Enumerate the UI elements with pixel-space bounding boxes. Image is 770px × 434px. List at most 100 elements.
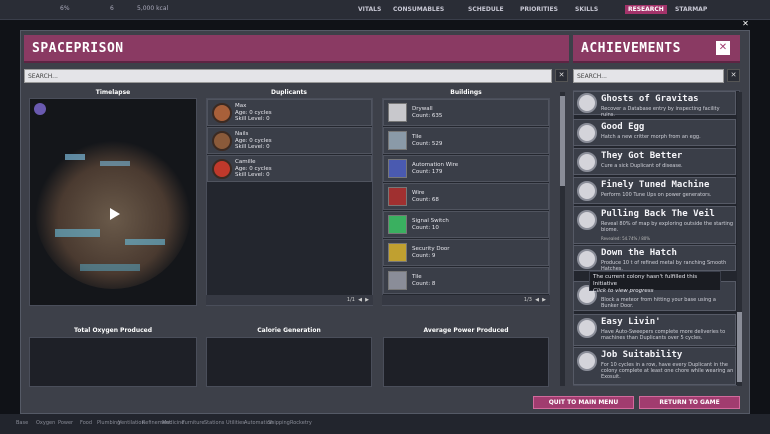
achievement-item[interactable]: Job Suitability For 10 cycles in a row, … xyxy=(573,347,736,385)
dupe-count-stat: 6 xyxy=(110,5,114,12)
build-cat-food[interactable]: Food xyxy=(80,420,92,426)
tooltip-text: The current colony hasn't fulfilled this… xyxy=(593,274,698,287)
achievement-name: Finely Tuned Machine xyxy=(601,180,710,190)
power-chart xyxy=(383,337,549,387)
achievements-scrollbar-thumb[interactable] xyxy=(737,312,742,382)
prev-page-icon[interactable]: ◀ xyxy=(534,297,539,303)
achievements-close-button[interactable]: ✕ xyxy=(716,41,730,55)
calorie-chart-title: Calorie Generation xyxy=(257,327,321,334)
duplicant-row[interactable]: Camille Age: 0 cycles Skill Level: 0 xyxy=(207,155,372,182)
main-scrollbar[interactable] xyxy=(560,92,565,386)
achievement-item[interactable]: Pulling Back The Veil Reveal 80% of map … xyxy=(573,206,736,244)
build-cat-rocketry[interactable]: Rocketry xyxy=(290,420,312,426)
building-count: Count: 179 xyxy=(412,168,443,175)
achievement-desc: Perform 100 Tune Ups on power generators… xyxy=(601,192,712,198)
build-cat-power[interactable]: Power xyxy=(58,420,73,426)
timelapse-header: Timelapse xyxy=(95,89,131,96)
building-row[interactable]: Tile Count: 529 xyxy=(383,127,549,154)
building-row[interactable]: Automation Wire Count: 179 xyxy=(383,155,549,182)
tile-icon xyxy=(388,131,407,150)
colony-title-bar: SPACEPRISON xyxy=(24,35,569,63)
tab-priorities[interactable]: PRIORITIES xyxy=(520,6,558,13)
drywall-icon xyxy=(388,103,407,122)
achievements-search-input[interactable]: SEARCH... xyxy=(573,69,724,83)
signal-switch-icon xyxy=(388,215,407,234)
building-count: Count: 9 xyxy=(412,252,436,259)
building-row[interactable]: Security Door Count: 9 xyxy=(383,239,549,266)
oxygen-chart xyxy=(29,337,197,387)
colony-title: SPACEPRISON xyxy=(32,41,124,56)
build-cat-utilities[interactable]: Utilities xyxy=(226,420,245,426)
building-count: Count: 8 xyxy=(412,280,436,287)
achievements-scrollbar[interactable] xyxy=(737,92,742,386)
building-row[interactable]: Wire Count: 68 xyxy=(383,183,549,210)
duplicants-header: Duplicants xyxy=(271,89,307,96)
achievement-badge-icon xyxy=(577,181,597,201)
achievements-title-bar: ACHIEVEMENTS ✕ xyxy=(573,35,740,63)
main-scrollbar-thumb[interactable] xyxy=(560,96,565,186)
timelapse-panel[interactable] xyxy=(29,98,197,306)
tab-consumables[interactable]: CONSUMABLES xyxy=(393,6,444,13)
automation-wire-icon xyxy=(388,159,407,178)
prev-page-icon[interactable]: ◀ xyxy=(357,297,362,303)
achievement-desc: Reveal 80% of map by exploring outside t… xyxy=(601,221,734,233)
achievement-desc: Recover a Database entry by inspecting f… xyxy=(601,106,720,118)
duplicant-avatar xyxy=(212,159,232,179)
tab-starmap[interactable]: STARMAP xyxy=(675,6,707,13)
building-row[interactable]: Signal Switch Count: 10 xyxy=(383,211,549,238)
tab-vitals[interactable]: VITALS xyxy=(358,6,381,13)
duplicants-pager: 1/1 ◀ ▶ xyxy=(206,295,373,305)
next-page-icon[interactable]: ▶ xyxy=(541,297,546,303)
build-cat-plumbing[interactable]: Plumbing xyxy=(97,420,120,426)
power-chart-title: Average Power Produced xyxy=(423,327,509,334)
build-cat-oxygen[interactable]: Oxygen xyxy=(36,420,55,426)
achievement-desc: Cure a sick Duplicant of disease. xyxy=(601,163,683,169)
build-cat-furniture[interactable]: Furniture xyxy=(182,420,204,426)
achievement-badge-icon xyxy=(577,123,597,143)
timelapse-badge-icon xyxy=(34,103,46,115)
achievement-item[interactable]: Finely Tuned Machine Perform 100 Tune Up… xyxy=(573,177,736,204)
achievement-badge-icon xyxy=(577,152,597,172)
achievement-item[interactable]: Down the Hatch Produce 10 t of refined m… xyxy=(573,245,736,272)
achievement-item[interactable]: Good Egg Hatch a new critter morph from … xyxy=(573,119,736,146)
achievement-desc: For 10 cycles in a row, have every Dupli… xyxy=(601,362,734,380)
tab-schedule[interactable]: SCHEDULE xyxy=(468,6,504,13)
achievement-name: Ghosts of Gravitas xyxy=(601,94,699,104)
achievement-name: Good Egg xyxy=(601,122,645,132)
build-cat-ventilation[interactable]: Ventilation xyxy=(118,420,145,426)
building-name: Automation Wire xyxy=(412,162,459,168)
build-cat-base[interactable]: Base xyxy=(16,420,28,426)
build-cat-shipping[interactable]: Shipping xyxy=(268,420,290,426)
tab-research[interactable]: RESEARCH xyxy=(625,5,667,14)
modal-close-icon[interactable]: ✕ xyxy=(741,19,750,28)
colony-search-input[interactable]: SEARCH... xyxy=(24,69,552,83)
colony-search-clear-button[interactable]: ✕ xyxy=(555,69,568,82)
buildings-header: Buildings xyxy=(450,89,482,96)
building-row[interactable]: Drywall Count: 635 xyxy=(383,99,549,126)
buildings-pager: 1/3 ◀ ▶ xyxy=(382,295,550,305)
achievement-item[interactable]: Easy Livin' Have Auto-Sweepers complete … xyxy=(573,314,736,346)
quit-to-main-menu-button[interactable]: QUIT TO MAIN MENU xyxy=(533,396,634,409)
calorie-chart xyxy=(206,337,372,387)
game-top-bar: 6% 6 5,000 kcal VITALS CONSUMABLES SCHED… xyxy=(0,0,770,20)
build-cat-stations[interactable]: Stations xyxy=(204,420,224,426)
building-count: Count: 68 xyxy=(412,196,439,203)
achievement-desc: Have Auto-Sweepers complete more deliver… xyxy=(601,329,726,341)
next-page-icon[interactable]: ▶ xyxy=(364,297,369,303)
build-cat-medicine[interactable]: Medicine xyxy=(162,420,184,426)
building-count: Count: 635 xyxy=(412,112,443,119)
return-to-game-button[interactable]: RETURN TO GAME xyxy=(639,396,740,409)
duplicant-row[interactable]: Max Age: 0 cycles Skill Level: 0 xyxy=(207,99,372,126)
achievement-item[interactable]: They Got Better Cure a sick Duplicant of… xyxy=(573,148,736,175)
tab-skills[interactable]: SKILLS xyxy=(575,6,598,13)
building-name: Security Door xyxy=(412,246,450,252)
building-row[interactable]: Tile Count: 8 xyxy=(383,267,549,294)
duplicant-skill: Skill Level: 0 xyxy=(235,172,270,178)
achievements-search-clear-button[interactable]: ✕ xyxy=(727,69,740,82)
duplicant-row[interactable]: Nails Age: 0 cycles Skill Level: 0 xyxy=(207,127,372,154)
building-name: Signal Switch xyxy=(412,218,449,224)
achievement-item[interactable]: Ghosts of Gravitas Recover a Database en… xyxy=(573,91,736,118)
achievement-badge-icon xyxy=(577,249,597,269)
achievement-name: Easy Livin' xyxy=(601,317,661,327)
achievement-desc: Block a meteor from hitting your base us… xyxy=(601,297,716,309)
